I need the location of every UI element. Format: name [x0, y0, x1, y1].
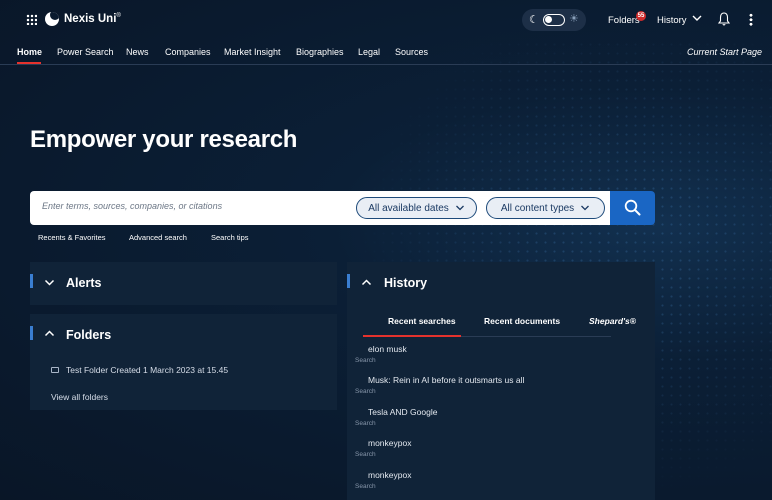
history-query[interactable]: monkeypox	[368, 470, 411, 480]
tab-recent-searches[interactable]: Recent searches	[388, 316, 456, 326]
grid-menu-icon[interactable]	[26, 14, 37, 25]
content-type-label: All content types	[500, 202, 575, 214]
history-query[interactable]: monkeypox	[368, 438, 411, 448]
top-bar: Nexis Uni® ☾ ☀ Folders 55 History	[0, 0, 772, 40]
current-start-page-link[interactable]: Current Start Page	[687, 47, 762, 57]
history-query[interactable]: elon musk	[368, 344, 407, 354]
history-item[interactable]: elon musk Search	[355, 344, 645, 368]
chevron-up-icon[interactable]	[44, 329, 55, 338]
moon-icon: ☾	[529, 14, 539, 26]
search-input[interactable]	[42, 201, 342, 211]
history-link[interactable]: History	[657, 15, 687, 26]
content-type-dropdown[interactable]: All content types	[486, 197, 605, 219]
history-query[interactable]: Musk: Rein in AI before it outsmarts us …	[368, 375, 524, 385]
folders-title[interactable]: Folders	[66, 328, 111, 342]
history-kind: Search	[355, 420, 376, 427]
nav-legal[interactable]: Legal	[358, 47, 380, 57]
history-query[interactable]: Tesla AND Google	[368, 407, 437, 417]
panel-accent-bar	[30, 326, 33, 340]
nav-market-insight[interactable]: Market Insight	[224, 47, 281, 57]
date-filter-dropdown[interactable]: All available dates	[356, 197, 477, 219]
nav-active-indicator	[17, 62, 41, 64]
advanced-search-link[interactable]: Advanced search	[129, 233, 187, 242]
theme-switch[interactable]	[543, 14, 565, 26]
history-kind: Search	[355, 357, 376, 364]
folder-icon	[51, 367, 59, 373]
history-title[interactable]: History	[384, 276, 427, 290]
search-tips-link[interactable]: Search tips	[211, 233, 249, 242]
date-filter-label: All available dates	[368, 202, 449, 214]
chevron-up-icon[interactable]	[361, 278, 372, 287]
kebab-menu-icon[interactable]	[748, 13, 754, 27]
nav-home[interactable]: Home	[17, 47, 42, 57]
page-title: Empower your research	[30, 126, 298, 153]
search-bar: All available dates All content types	[30, 191, 610, 225]
folders-link[interactable]: Folders	[608, 15, 640, 26]
folder-item[interactable]: Test Folder Created 1 March 2023 at 15.4…	[51, 365, 228, 375]
theme-toggle[interactable]: ☾ ☀	[522, 9, 586, 31]
history-kind: Search	[355, 451, 376, 458]
chevron-down-icon	[581, 205, 590, 211]
search-icon	[624, 199, 641, 216]
recents-favorites-link[interactable]: Recents & Favorites	[38, 233, 106, 242]
nav-biographies[interactable]: Biographies	[296, 47, 344, 57]
nav-sources[interactable]: Sources	[395, 47, 428, 57]
tab-shepards[interactable]: Shepard's®	[589, 316, 636, 326]
main-nav: Home Power Search News Companies Market …	[0, 40, 772, 65]
chevron-down-icon[interactable]	[691, 12, 703, 24]
tab-active-indicator	[363, 335, 461, 337]
bell-icon[interactable]	[718, 12, 730, 26]
tab-recent-documents[interactable]: Recent documents	[484, 316, 560, 326]
history-item[interactable]: Musk: Rein in AI before it outsmarts us …	[355, 375, 645, 399]
history-item[interactable]: monkeypox Search	[355, 438, 645, 462]
app-name: Nexis Uni®	[64, 13, 121, 25]
nav-power-search[interactable]: Power Search	[57, 47, 114, 57]
folder-name: Test Folder Created 1 March 2023 at 15.4…	[66, 365, 229, 375]
sun-icon: ☀	[569, 13, 579, 25]
panel-accent-bar	[347, 274, 350, 288]
history-kind: Search	[355, 483, 376, 490]
logo-icon	[45, 12, 59, 26]
history-item[interactable]: monkeypox Search	[355, 470, 645, 494]
nav-news[interactable]: News	[126, 47, 149, 57]
history-item[interactable]: Tesla AND Google Search	[355, 407, 645, 431]
nexis-uni-logo[interactable]: Nexis Uni®	[45, 12, 121, 26]
folders-count-badge: 55	[636, 11, 646, 21]
chevron-down-icon	[455, 205, 464, 211]
chevron-down-icon[interactable]	[44, 278, 55, 287]
search-button[interactable]	[610, 191, 655, 225]
history-kind: Search	[355, 388, 376, 395]
nav-companies[interactable]: Companies	[165, 47, 211, 57]
alerts-title[interactable]: Alerts	[66, 276, 101, 290]
view-all-folders-link[interactable]: View all folders	[51, 392, 108, 402]
panel-accent-bar	[30, 274, 33, 288]
